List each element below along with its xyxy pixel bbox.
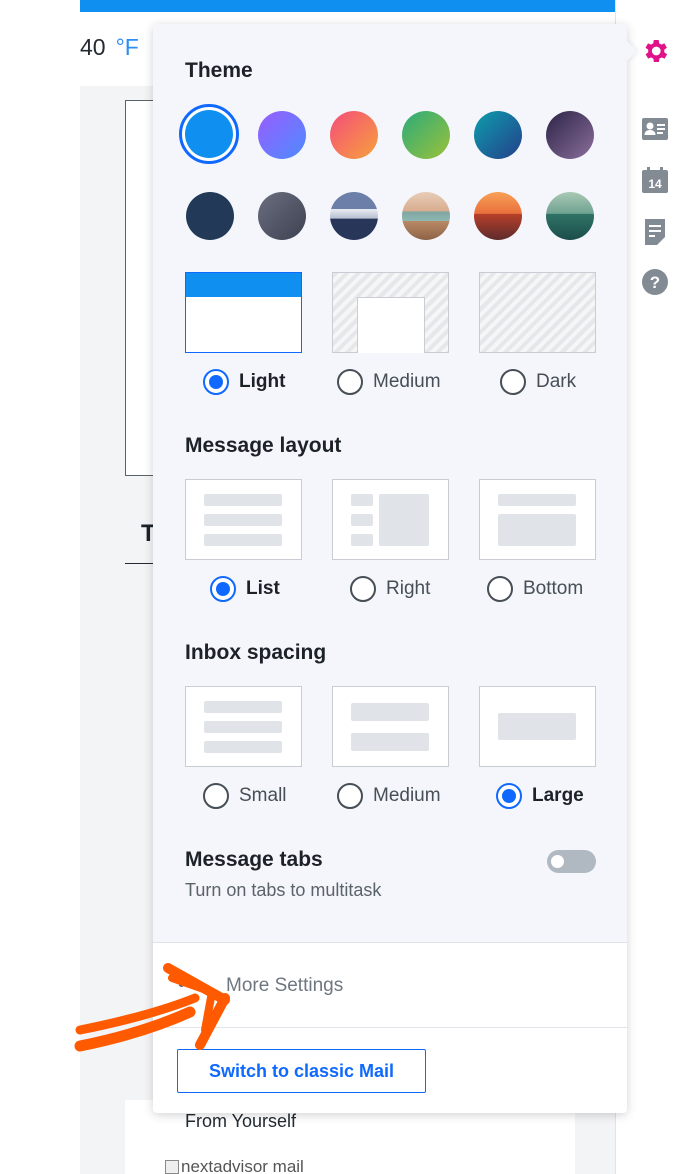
- layout-bottom-label: Bottom: [523, 578, 584, 599]
- theme-swatch-teal[interactable]: [474, 111, 522, 159]
- switch-to-classic-button[interactable]: Switch to classic Mail: [177, 1049, 426, 1093]
- spacing-large-label: Large: [532, 785, 584, 806]
- theme-swatch-autumn-photo[interactable]: [474, 192, 522, 240]
- left-gutter: [0, 0, 80, 1174]
- layout-right-card[interactable]: [332, 479, 449, 560]
- calendar-day: 14: [648, 177, 662, 191]
- gear-icon[interactable]: [640, 36, 670, 66]
- brightness-light-label: Light: [239, 371, 286, 392]
- theme-swatch-blue[interactable]: [179, 104, 239, 164]
- theme-swatch-navy[interactable]: [186, 192, 234, 240]
- message-from-text: From Yourself: [185, 1111, 297, 1131]
- theme-swatch-sunset[interactable]: [330, 111, 378, 159]
- layout-right-radio[interactable]: Right: [350, 576, 430, 602]
- brightness-medium-label: Medium: [373, 371, 441, 392]
- theme-swatch-purple-dusk[interactable]: [546, 111, 594, 159]
- theme-swatch-violet[interactable]: [258, 111, 306, 159]
- spacing-small-card[interactable]: [185, 686, 302, 767]
- brightness-dark-card[interactable]: [479, 272, 596, 353]
- layout-list-radio[interactable]: List: [210, 576, 280, 602]
- help-icon[interactable]: ?: [642, 269, 668, 295]
- layout-list-label: List: [246, 578, 280, 599]
- layout-bottom-radio[interactable]: Bottom: [487, 576, 583, 602]
- radio-unselected[interactable]: [500, 369, 526, 395]
- top-header-bar: [80, 0, 693, 12]
- calendar-icon[interactable]: 14: [642, 167, 668, 193]
- radio-selected[interactable]: [203, 369, 229, 395]
- radio-unselected[interactable]: [203, 783, 229, 809]
- theme-swatch-slate[interactable]: [258, 192, 306, 240]
- layout-title: Message layout: [185, 434, 342, 457]
- brightness-medium-card[interactable]: [332, 272, 449, 353]
- radio-unselected[interactable]: [487, 576, 513, 602]
- broken-image-icon: [165, 1160, 179, 1174]
- theme-swatch-lake-photo[interactable]: [546, 192, 594, 240]
- spacing-medium-card[interactable]: [332, 686, 449, 767]
- layout-list-card[interactable]: [185, 479, 302, 560]
- weather-unit[interactable]: °F: [116, 34, 139, 60]
- brightness-light-card[interactable]: [185, 272, 302, 353]
- more-settings-link[interactable]: More Settings: [226, 975, 343, 997]
- radio-unselected[interactable]: [350, 576, 376, 602]
- radio-selected[interactable]: [210, 576, 236, 602]
- layout-bottom-card[interactable]: [479, 479, 596, 560]
- contacts-icon[interactable]: [642, 117, 668, 141]
- brightness-light-radio[interactable]: Light: [203, 369, 285, 395]
- theme-swatch-mountain-photo[interactable]: [330, 192, 378, 240]
- toggle-knob: [551, 855, 564, 868]
- message-tabs-toggle[interactable]: [547, 850, 596, 873]
- broken-image-alt: nextadvisor mail: [181, 1157, 304, 1174]
- brightness-medium-radio[interactable]: Medium: [337, 369, 441, 395]
- broken-image: nextadvisor mail: [165, 1157, 304, 1174]
- radio-unselected[interactable]: [337, 369, 363, 395]
- more-dots-icon[interactable]: •••: [178, 974, 202, 997]
- app-screen: 40 °F T From Yourself nextadvisor mail 14: [0, 0, 693, 1174]
- notes-icon[interactable]: [643, 219, 667, 245]
- tabs-subtitle: Turn on tabs to multitask: [185, 880, 382, 900]
- theme-swatch-camper-photo[interactable]: [402, 192, 450, 240]
- theme-title: Theme: [185, 59, 253, 82]
- spacing-large-radio[interactable]: Large: [496, 783, 584, 809]
- radio-selected[interactable]: [496, 783, 522, 809]
- radio-unselected[interactable]: [337, 783, 363, 809]
- spacing-large-card[interactable]: [479, 686, 596, 767]
- heading-divider: [125, 563, 155, 564]
- tabs-title: Message tabs: [185, 848, 323, 871]
- content-card: [125, 100, 155, 476]
- brightness-dark-label: Dark: [536, 371, 577, 392]
- weather-temp: 40: [80, 34, 106, 60]
- spacing-medium-radio[interactable]: Medium: [337, 783, 441, 809]
- spacing-title: Inbox spacing: [185, 641, 327, 664]
- more-settings-row[interactable]: [153, 942, 627, 1028]
- brightness-dark-radio[interactable]: Dark: [500, 369, 576, 395]
- weather-widget[interactable]: 40 °F: [80, 34, 139, 61]
- spacing-small-radio[interactable]: Small: [203, 783, 287, 809]
- spacing-small-label: Small: [239, 785, 287, 806]
- layout-right-label: Right: [386, 578, 431, 599]
- theme-swatch-green[interactable]: [402, 111, 450, 159]
- spacing-medium-label: Medium: [373, 785, 441, 806]
- help-glyph: ?: [650, 273, 660, 292]
